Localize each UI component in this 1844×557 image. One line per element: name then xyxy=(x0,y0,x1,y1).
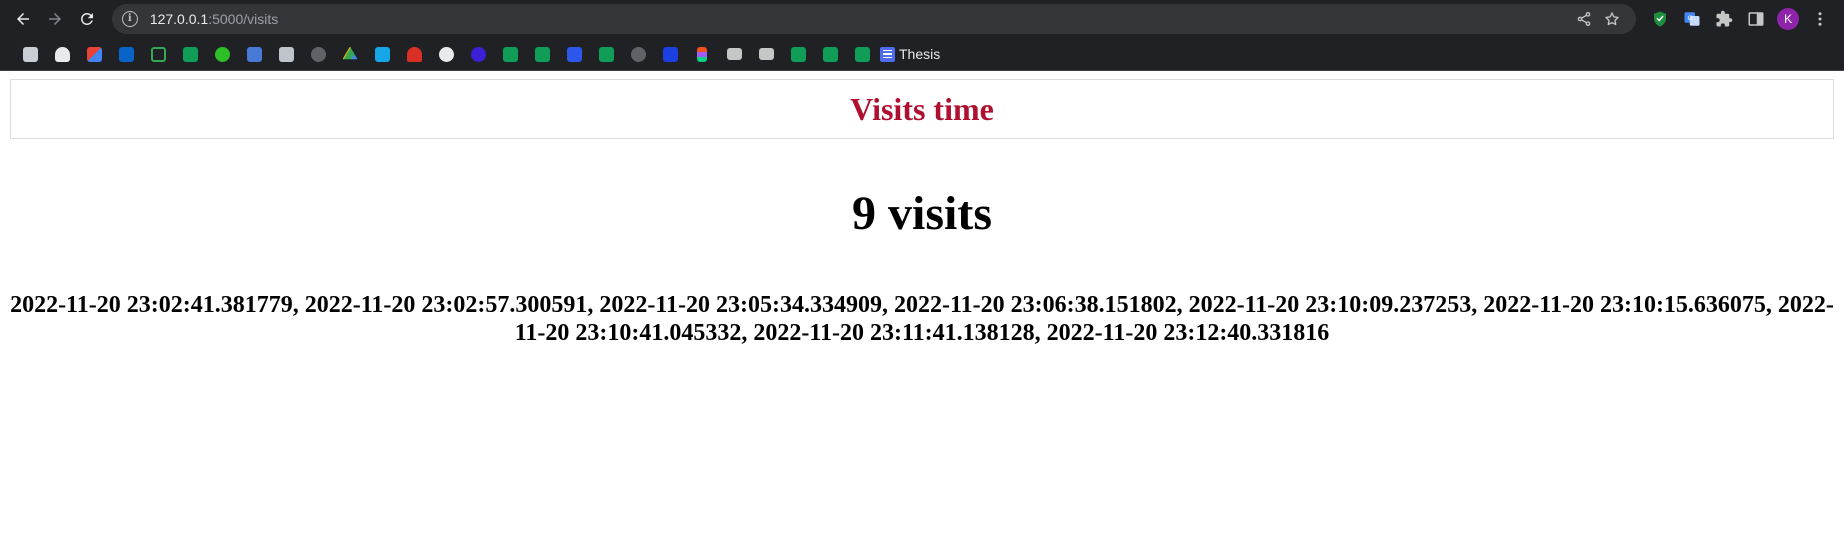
green-p-icon xyxy=(214,46,230,62)
behance-icon xyxy=(662,46,678,62)
sheets-icon xyxy=(822,46,838,62)
bookmark-c[interactable] xyxy=(462,42,494,66)
sheets-icon xyxy=(502,46,518,62)
header-box: Visits time xyxy=(10,79,1834,139)
arrow-left-icon xyxy=(16,13,29,25)
visits-list: 2022-11-20 23:02:41.381779, 2022-11-20 2… xyxy=(10,292,1834,346)
star-icon[interactable] xyxy=(1598,11,1626,27)
docs-icon xyxy=(880,46,895,62)
profile-button[interactable]: K xyxy=(1772,4,1804,34)
bookmark-p[interactable] xyxy=(206,42,238,66)
bookmark-behance[interactable] xyxy=(654,42,686,66)
sheets-icon xyxy=(182,46,198,62)
bookmark-file[interactable] xyxy=(14,42,46,66)
shield-extension-icon[interactable] xyxy=(1644,4,1676,34)
sheets-icon xyxy=(790,46,806,62)
folder-icon xyxy=(758,48,774,60)
bookmark-sheets-3[interactable] xyxy=(526,42,558,66)
page-title: Visits time xyxy=(850,90,994,127)
url-host: 127.0.0.1 xyxy=(149,11,209,27)
sheets-icon xyxy=(598,46,614,62)
bookmarks-bar: Thesis xyxy=(0,38,1844,71)
bookmark-sheets-1[interactable] xyxy=(174,42,206,66)
bookmark-calculator[interactable] xyxy=(270,42,302,66)
bookmark-pocket[interactable] xyxy=(46,42,78,66)
file-icon xyxy=(22,46,38,62)
outlook-icon xyxy=(118,46,134,62)
vk-icon xyxy=(566,46,582,62)
page-content: Visits time 9 visits 2022-11-20 23:02:41… xyxy=(0,71,1844,557)
reload-icon xyxy=(80,12,93,25)
info-icon[interactable]: i xyxy=(121,11,138,27)
bookmark-u[interactable] xyxy=(366,42,398,66)
bookmark-folder-2[interactable] xyxy=(750,42,782,66)
bookmark-sheets-4[interactable] xyxy=(590,42,622,66)
bookmark-openai[interactable] xyxy=(430,42,462,66)
svg-text:G: G xyxy=(1688,15,1693,22)
puzzle-icon[interactable] xyxy=(1708,4,1740,34)
browser-toolbar: i 127.0.0.1:5000/visits G K xyxy=(0,0,1844,38)
bookmark-sheets-2[interactable] xyxy=(494,42,526,66)
hat-icon xyxy=(406,46,422,62)
bookmark-thesis-label: Thesis xyxy=(899,46,941,62)
bookmark-translate[interactable] xyxy=(238,42,270,66)
graph-icon xyxy=(150,46,166,62)
address-bar[interactable]: i 127.0.0.1:5000/visits xyxy=(111,4,1637,34)
bookmark-folder-1[interactable] xyxy=(718,42,750,66)
sheets-icon xyxy=(534,46,550,62)
menu-icon[interactable] xyxy=(1804,4,1836,34)
openai-icon xyxy=(438,46,454,62)
bookmark-sheets-5[interactable] xyxy=(782,42,814,66)
bookmark-figma[interactable] xyxy=(686,42,718,66)
bookmark-sheets-7[interactable] xyxy=(846,42,878,66)
visit-count: 9 visits xyxy=(851,187,992,240)
side-panel-icon[interactable] xyxy=(1740,4,1772,34)
url-path: :5000/visits xyxy=(208,11,279,27)
calculator-icon xyxy=(278,46,294,62)
translate-extension-icon[interactable]: G xyxy=(1676,4,1708,34)
gmail-icon xyxy=(86,46,102,62)
bookmark-globe-1[interactable] xyxy=(302,42,334,66)
bookmark-vk[interactable] xyxy=(558,42,590,66)
bookmark-drive[interactable] xyxy=(334,42,366,66)
bookmark-globe-2[interactable] xyxy=(622,42,654,66)
bookmark-hat[interactable] xyxy=(398,42,430,66)
back-button[interactable] xyxy=(8,4,38,34)
avatar: K xyxy=(1777,8,1800,30)
globe-icon xyxy=(630,46,646,62)
globe-icon xyxy=(310,46,326,62)
bookmark-sheets-6[interactable] xyxy=(814,42,846,66)
drive-icon xyxy=(342,46,358,60)
share-icon[interactable] xyxy=(1570,11,1598,27)
translate-icon xyxy=(246,46,262,62)
reload-button[interactable] xyxy=(72,4,102,34)
bookmark-outlook[interactable] xyxy=(110,42,142,66)
folder-icon xyxy=(726,48,742,60)
bookmark-graph[interactable] xyxy=(142,42,174,66)
c-icon xyxy=(470,46,486,62)
forward-button[interactable] xyxy=(40,4,70,34)
figma-icon xyxy=(697,46,707,62)
bookmark-gmail[interactable] xyxy=(78,42,110,66)
bookmark-thesis[interactable]: Thesis xyxy=(880,46,940,62)
arrow-right-icon xyxy=(48,13,61,25)
u-icon xyxy=(374,46,390,62)
sheets-icon xyxy=(854,46,870,62)
pocket-icon xyxy=(54,46,70,62)
